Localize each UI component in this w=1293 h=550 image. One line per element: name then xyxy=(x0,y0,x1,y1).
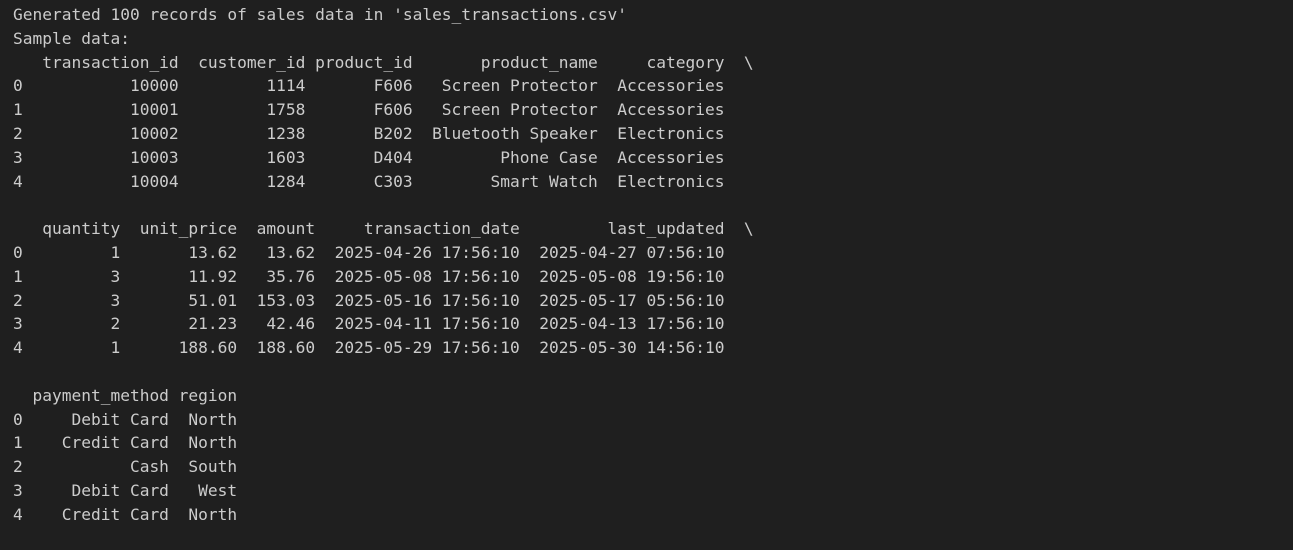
table-row: 1 10001 1758 F606 Screen Protector Acces… xyxy=(13,100,754,120)
table-row: 2 3 51.01 153.03 2025-05-16 17:56:10 202… xyxy=(13,290,754,310)
blank-line xyxy=(13,360,1293,384)
cell-output: Generated 100 records of sales data in '… xyxy=(0,0,1293,550)
table-row: 3 10003 1603 D404 Phone Case Accessories xyxy=(13,147,754,167)
table-row: 0 1 13.62 13.62 2025-04-26 17:56:10 2025… xyxy=(13,242,754,262)
table-row: 4 10004 1284 C303 Smart Watch Electronic… xyxy=(13,171,754,191)
table-row: 1 Credit Card North xyxy=(13,433,238,453)
table-row: 2 10002 1238 B202 Bluetooth Speaker Elec… xyxy=(13,123,754,143)
blank-line xyxy=(13,193,1293,217)
sample-data-label: Sample data: xyxy=(13,28,130,48)
table-row: 1 3 11.92 35.76 2025-05-08 17:56:10 2025… xyxy=(13,266,754,286)
table-row: 4 Credit Card North xyxy=(13,504,238,524)
table-header: payment_method region xyxy=(13,385,238,405)
table-row: 2 Cash South xyxy=(13,457,238,477)
table-row: 3 Debit Card West xyxy=(13,480,238,500)
status-message: Generated 100 records of sales data in '… xyxy=(13,5,627,24)
table-header: transaction_id customer_id product_id pr… xyxy=(13,52,754,72)
table-header: quantity unit_price amount transaction_d… xyxy=(13,219,754,239)
table-row: 0 10000 1114 F606 Screen Protector Acces… xyxy=(13,76,754,96)
table-row: 4 1 188.60 188.60 2025-05-29 17:56:10 20… xyxy=(13,338,754,358)
table-row: 3 2 21.23 42.46 2025-04-11 17:56:10 2025… xyxy=(13,314,754,334)
table-row: 0 Debit Card North xyxy=(13,409,238,429)
